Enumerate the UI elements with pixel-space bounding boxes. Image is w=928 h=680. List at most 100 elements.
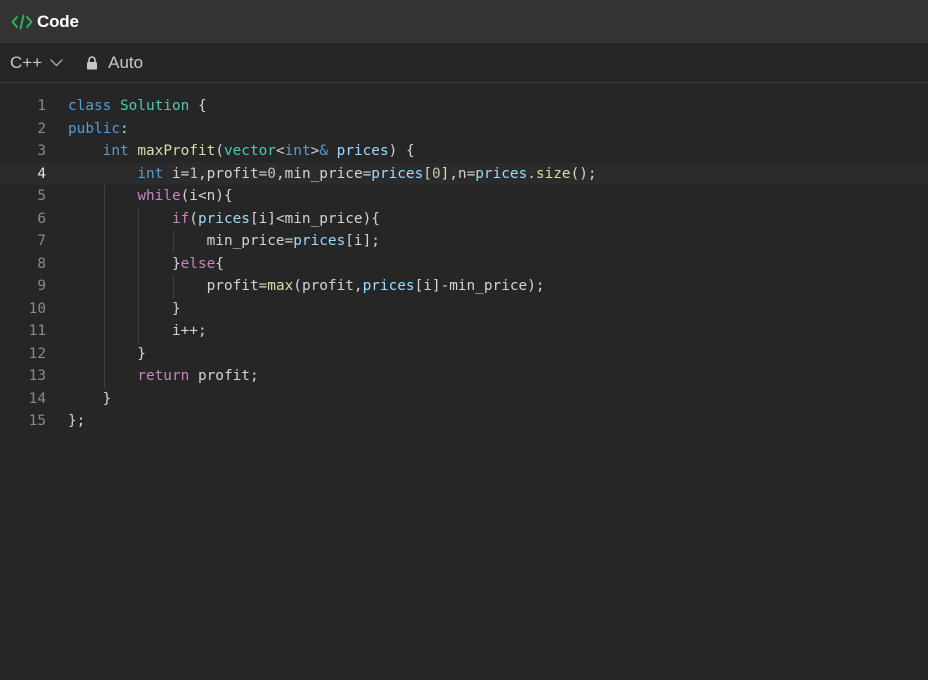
code-line[interactable]: 9 profit=max(profit,prices[i]-min_price)… — [0, 275, 928, 298]
code-text: i++; — [68, 320, 207, 343]
code-token: prices — [336, 143, 389, 159]
code-line[interactable]: 5 while(i<n){ — [0, 185, 928, 208]
code-token: int — [284, 143, 311, 159]
code-token: ,profit= — [197, 165, 268, 182]
line-number: 5 — [37, 188, 46, 204]
language-select[interactable]: C++ — [10, 53, 64, 73]
code-line[interactable]: 10 } — [0, 298, 928, 321]
code-token: int — [137, 165, 164, 182]
code-text: public: — [68, 118, 129, 141]
code-token: prices — [197, 210, 250, 227]
code-token: prices — [371, 165, 424, 182]
code-token: vector — [223, 143, 276, 159]
line-number: 12 — [28, 345, 46, 362]
code-token: prices — [293, 233, 346, 249]
code-token: }; — [68, 413, 86, 429]
code-text: profit=max(profit,prices[i]-min_price); — [68, 275, 545, 298]
line-number: 11 — [28, 323, 46, 339]
code-text: return profit; — [68, 365, 259, 388]
code-token: if — [171, 210, 190, 227]
code-token: max — [267, 278, 294, 294]
code-token: return — [137, 368, 190, 384]
code-token: ( — [189, 210, 198, 227]
code-token: (profit, — [293, 278, 363, 294]
code-token: (i<n){ — [180, 188, 233, 204]
code-token: [i]; — [345, 233, 380, 249]
line-number: 15 — [28, 413, 46, 429]
panel-header: Code — [0, 0, 928, 43]
chevron-down-icon — [50, 56, 64, 70]
code-text: if(prices[i]<min_price){ — [68, 208, 380, 231]
code-line[interactable]: 15}; — [0, 410, 928, 433]
code-token: else — [180, 255, 216, 272]
panel-title: Code — [37, 11, 79, 31]
code-token: < — [275, 143, 285, 159]
code-text: } — [68, 388, 112, 411]
code-text: int i=1,profit=0,min_price=prices[0],n=p… — [68, 163, 596, 186]
code-token: { — [189, 98, 207, 114]
language-label: C++ — [10, 52, 43, 72]
code-token: ( — [215, 143, 224, 159]
code-line[interactable]: 3 int maxProfit(vector<int>& prices) { — [0, 140, 928, 163]
line-number: 2 — [37, 120, 46, 137]
code-token: int — [102, 143, 129, 159]
code-token: Solution — [119, 98, 190, 114]
code-text: int maxProfit(vector<int>& prices) { — [68, 140, 415, 163]
code-token: [i]<min_price){ — [249, 210, 380, 227]
code-token: [i]-min_price); — [414, 278, 545, 294]
code-token: : — [119, 120, 129, 137]
code-token: profit; — [189, 368, 259, 384]
code-text: class Solution { — [68, 95, 207, 118]
code-token: } — [68, 255, 181, 272]
code-token: . — [527, 165, 536, 182]
mode-toggle[interactable]: Auto — [86, 53, 143, 73]
line-number: 1 — [37, 98, 46, 114]
code-text: min_price=prices[i]; — [68, 230, 380, 253]
code-line[interactable]: 2 public: — [0, 118, 928, 141]
code-token: i++; — [68, 323, 207, 339]
editor-toolbar: C++ Auto — [0, 43, 928, 83]
code-token: profit= — [68, 278, 268, 294]
code-line[interactable]: 7 min_price=prices[i]; — [0, 230, 928, 253]
code-line[interactable]: 11 i++; — [0, 320, 928, 343]
line-number: 3 — [37, 143, 46, 159]
code-text: }; — [68, 410, 85, 433]
code-icon — [11, 13, 33, 31]
code-token: class — [68, 98, 120, 114]
code-token: prices — [475, 165, 528, 182]
line-number: 9 — [37, 278, 46, 294]
line-number: 4 — [37, 165, 46, 182]
code-text: } — [68, 298, 181, 321]
code-token: { — [215, 255, 224, 272]
code-token: ,min_price= — [275, 165, 372, 182]
code-token: & — [319, 143, 328, 159]
code-token: ) { — [388, 143, 415, 159]
code-text: }else{ — [68, 253, 224, 276]
code-line[interactable]: 6 if(prices[i]<min_price){ — [0, 208, 928, 231]
code-line[interactable]: 14 } — [0, 388, 928, 411]
code-token: min_price= — [68, 233, 294, 249]
code-editor-panel: Code C++ Auto 1 class Solution {2 public: 3… — [0, 0, 928, 680]
line-number: 13 — [28, 368, 46, 384]
code-line[interactable]: 4 int i=1,profit=0,min_price=prices[0],n… — [0, 162, 928, 186]
code-token: maxProfit — [137, 143, 216, 159]
mode-label: Auto — [108, 52, 144, 72]
code-token: 0 — [431, 165, 441, 182]
code-line[interactable]: 12 } — [0, 343, 928, 366]
lock-icon — [86, 55, 100, 71]
code-text: while(i<n){ — [68, 185, 233, 208]
line-number: 14 — [28, 390, 46, 407]
code-token: [ — [423, 165, 432, 182]
code-line[interactable]: 13 return profit; — [0, 365, 928, 388]
code-line[interactable]: 8 }else{ — [0, 253, 928, 276]
code-token: size — [535, 165, 571, 182]
line-number: 10 — [28, 300, 46, 317]
code-line[interactable]: 1 class Solution { — [0, 95, 928, 118]
code-area[interactable]: 1 class Solution {2 public: 3 int maxProfit… — [0, 83, 928, 433]
